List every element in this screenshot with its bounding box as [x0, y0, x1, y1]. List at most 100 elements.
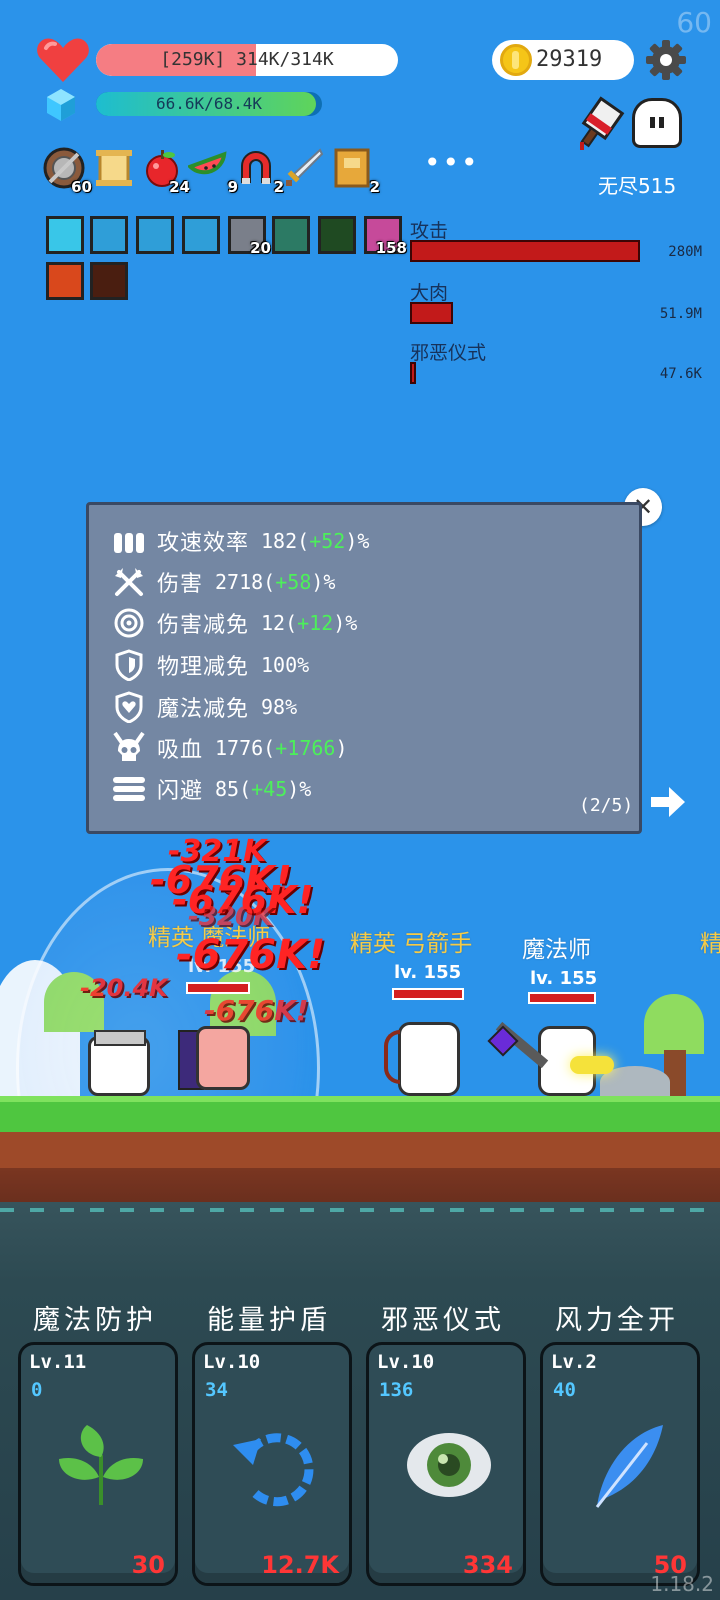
enemy-hp-bar: [528, 992, 596, 1004]
skill-energy: 136: [379, 1379, 414, 1401]
stat-name: 闪避: [157, 779, 204, 804]
magnet-icon[interactable]: 2: [234, 146, 284, 196]
bow-icon: [384, 1030, 400, 1084]
damage-stat-label: 攻击: [410, 220, 449, 242]
stat-value: 85(+45)%: [215, 777, 312, 801]
damage-stat-value: 47.6K: [659, 366, 702, 382]
damage-number: -320K: [188, 902, 274, 932]
leaf-icon: [59, 1425, 143, 1505]
watermelon-icon[interactable]: 9: [186, 146, 238, 196]
apple-icon[interactable]: 24: [140, 146, 190, 196]
enemy-level: lv. 155: [530, 968, 598, 989]
stat-value: 2718(+58)%: [215, 570, 336, 594]
more-items-button[interactable]: •••: [424, 146, 480, 179]
skill-title: 风力全开: [555, 1305, 679, 1336]
book-icon[interactable]: 2: [330, 146, 380, 196]
fire-buff-icon[interactable]: [46, 262, 84, 300]
cleaver-icon[interactable]: [572, 96, 626, 152]
stat-value: 182(+52)%: [261, 529, 370, 553]
damage-stat-label: 邪恶仪式: [410, 342, 487, 364]
stat-name: 物理减免: [157, 655, 250, 680]
enemy-hp-bar: [186, 982, 250, 994]
hp-text: [259K] 314K/314K: [160, 49, 334, 70]
gear-icon[interactable]: [644, 38, 688, 82]
bunny-buff-icon[interactable]: 158: [364, 216, 407, 257]
hero-helmet: [94, 1030, 146, 1046]
enemy-archer: [398, 1022, 460, 1096]
skill-card-full-wind[interactable]: Lv.2 40 50: [540, 1342, 700, 1586]
skill-level: Lv.2: [551, 1351, 597, 1373]
spirit-buff-icon[interactable]: [272, 216, 310, 254]
stat-row: 物理减免 100%: [111, 647, 309, 683]
stat-name: 魔法减免: [157, 697, 250, 722]
enemy-name: 精英 弓箭手: [350, 931, 473, 957]
stat-row: 伤害减免 12(+12)%: [111, 605, 357, 641]
enemy-name: 精: [700, 931, 720, 957]
skill-cost: 334: [462, 1551, 513, 1579]
enemy-level: lv. 155: [394, 962, 462, 983]
coin-amount: 29319: [536, 47, 603, 72]
sword-icon[interactable]: [282, 146, 326, 190]
enemy-hp-bar: [392, 988, 464, 1000]
enemy-name: 魔法师: [522, 937, 591, 963]
skill-cost: 30: [131, 1551, 165, 1579]
grass-ground: [0, 1096, 720, 1132]
page-indicator: (2/5): [579, 795, 634, 816]
damage-number: -20.4K: [80, 974, 168, 1002]
skill-title: 魔法防护: [33, 1305, 157, 1336]
stat-name: 伤害: [157, 572, 204, 597]
stat-row: 魔法减免 98%: [111, 689, 297, 725]
stat-name: 攻速效率: [157, 531, 250, 556]
chest-buff-icon[interactable]: 20: [228, 216, 271, 257]
poison-buff-icon[interactable]: [318, 216, 356, 254]
skill-cost: 12.7K: [261, 1551, 339, 1579]
fps-counter: 60: [676, 6, 712, 39]
next-page-arrow-icon[interactable]: [649, 785, 687, 819]
burn-buff-icon[interactable]: [90, 262, 128, 300]
damage-stat-bar: [410, 362, 416, 384]
skill-energy: 34: [205, 1379, 228, 1401]
crossed-axes-icon: [111, 566, 147, 598]
stat-row: 吸血 1776(+1766): [111, 730, 348, 766]
damage-stat-value: 51.9M: [659, 306, 702, 322]
item-bar: 60 24 9 2 2: [42, 146, 382, 196]
skill-card-energy-shield[interactable]: Lv.10 34 12.7K: [192, 1342, 352, 1586]
damage-number: -676K!: [176, 932, 326, 978]
damage-number: -676K!: [204, 994, 309, 1027]
vortex-buff-icon[interactable]: [182, 216, 220, 254]
mana-text: 66.6K/68.4K: [156, 94, 262, 113]
magic-bolt: [570, 1056, 614, 1074]
skill-card-magic-protection[interactable]: Lv.11 0 30: [18, 1342, 178, 1586]
skill-title: 能量护盾: [207, 1305, 331, 1336]
target-icon: [111, 607, 147, 639]
tree: [644, 994, 704, 1054]
skill-level: Lv.11: [29, 1351, 87, 1373]
damage-stat-bar: [410, 302, 453, 324]
skill-level: Lv.10: [203, 1351, 261, 1373]
stat-row: 闪避 85(+45)%: [111, 771, 311, 807]
hp-bar: [259K] 314K/314K: [96, 44, 398, 76]
heart-shield-icon: [111, 691, 147, 723]
eye-icon: [407, 1433, 491, 1497]
mode-label: 无尽515: [598, 174, 677, 198]
vortex-buff-icon[interactable]: [136, 216, 174, 254]
mana-bar: 66.6K/68.4K: [96, 92, 322, 116]
skill-card-evil-ritual[interactable]: Lv.10 136 334: [366, 1342, 526, 1586]
damage-stat-bar: [410, 240, 640, 262]
version-label: 1.18.2: [650, 1572, 714, 1596]
skill-energy: 40: [553, 1379, 576, 1401]
vortex-buff-icon[interactable]: [90, 216, 128, 254]
feather-icon: [595, 1425, 663, 1508]
scroll-icon[interactable]: [92, 146, 136, 190]
skull-icon: [111, 731, 147, 764]
stat-name: 吸血: [157, 738, 204, 763]
stat-row: 攻速效率 182(+52)%: [111, 523, 369, 559]
stat-value: 100%: [261, 653, 310, 677]
shield-icon[interactable]: 60: [42, 146, 92, 196]
mana-crystal-icon: [47, 89, 75, 121]
refresh-arrow-icon: [233, 1433, 314, 1507]
enemy-pink-cat: [196, 1026, 250, 1090]
light-buff-icon[interactable]: [46, 216, 84, 254]
ghost-icon[interactable]: [632, 98, 682, 148]
heart-icon: [37, 38, 89, 82]
